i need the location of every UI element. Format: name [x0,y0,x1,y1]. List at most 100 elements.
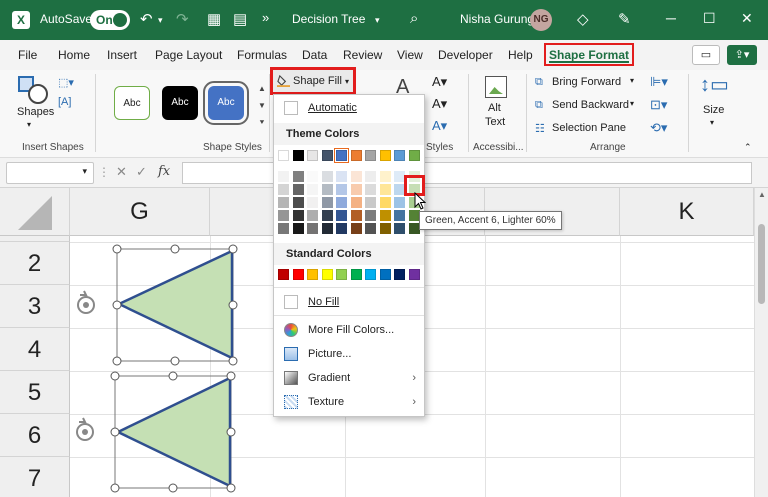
theme-shade-swatch[interactable] [350,184,362,195]
send-backward-dropdown-icon[interactable]: ▾ [630,99,634,108]
diamond-icon[interactable]: ◇ [577,10,589,28]
standard-color-swatch[interactable] [336,269,347,280]
theme-shade-swatch[interactable] [350,210,362,221]
theme-shade-swatch[interactable] [394,223,405,234]
theme-shade-swatch[interactable] [292,210,304,221]
theme-shade-swatch[interactable] [278,197,289,208]
shape-fill-button[interactable]: Shape Fill ▾ [270,67,356,95]
title-dropdown-icon[interactable]: ▾ [375,15,380,26]
autosave-toggle[interactable]: On [90,10,130,30]
text-effects-icon[interactable]: A▾ [432,118,447,134]
theme-shade-swatch[interactable] [336,223,347,234]
size-icon[interactable]: ↕▭ [700,72,729,97]
gallery-scroll[interactable]: ▲ ▼ ⯆ [257,80,267,132]
standard-color-swatch[interactable] [394,269,405,280]
shape-style-outline[interactable]: Abc [114,86,150,120]
theme-shade-swatch[interactable] [278,210,289,221]
pen-icon[interactable]: ✎ [618,10,631,28]
enter-icon[interactable]: ✓ [136,164,147,180]
standard-color-swatch[interactable] [278,269,289,280]
theme-shade-swatch[interactable] [350,171,362,182]
theme-shade-swatch[interactable] [278,184,289,195]
search-icon[interactable]: ⌕ [410,10,418,27]
theme-shade-swatch[interactable] [408,210,420,221]
theme-color-swatch[interactable] [365,150,376,161]
group-icon[interactable]: ⊡▾ [650,97,667,113]
theme-shade-swatch[interactable] [365,223,376,234]
standard-color-swatch[interactable] [307,269,318,280]
standard-color-swatch[interactable] [292,269,304,280]
send-backward-icon[interactable]: ⧉ [535,99,543,112]
name-box-dropdown-icon[interactable]: ▾ [82,166,87,177]
theme-shade-swatch[interactable] [336,197,347,208]
theme-color-swatch[interactable] [307,150,318,161]
theme-shade-swatch[interactable] [321,223,333,234]
theme-color-swatch[interactable] [334,148,349,163]
text-box-icon[interactable]: [A] [58,96,71,108]
theme-shade-swatch[interactable] [365,171,376,182]
rotate-handle-icon[interactable] [76,417,94,441]
selection-pane-label[interactable]: Selection Pane [552,122,626,134]
undo-icon[interactable]: ↶ [140,10,153,28]
collapse-ribbon-icon[interactable]: ⌃ [744,142,752,153]
theme-shade-swatch[interactable] [307,223,318,234]
theme-shade-swatch[interactable] [292,197,304,208]
theme-color-swatch[interactable] [278,150,289,161]
tab-review[interactable]: Review [343,48,382,62]
standard-color-swatch[interactable] [379,269,391,280]
theme-shade-swatch[interactable] [365,197,376,208]
shapes-label[interactable]: Shapes [17,106,54,118]
theme-shade-swatch[interactable] [292,184,304,195]
theme-shade-swatch[interactable] [365,184,376,195]
theme-shade-swatch[interactable] [321,171,333,182]
theme-shade-swatch[interactable] [350,223,362,234]
theme-shade-swatch[interactable] [379,184,391,195]
edit-shape-icon[interactable]: ⬚▾ [58,76,74,89]
texture-option[interactable]: Texture › [274,391,424,413]
tab-formulas[interactable]: Formulas [237,48,287,62]
send-backward-label[interactable]: Send Backward [552,99,629,111]
tab-developer[interactable]: Developer [438,48,493,62]
theme-shade-swatch[interactable] [278,223,289,234]
alt-text-icon[interactable] [485,76,507,98]
theme-shade-swatch[interactable] [394,197,405,208]
insert-function-icon[interactable]: fx [158,164,170,179]
bring-forward-label[interactable]: Bring Forward [552,76,621,88]
theme-color-swatch[interactable] [394,150,405,161]
shape-style-black[interactable]: Abc [162,86,198,120]
standard-color-swatch[interactable] [365,269,376,280]
standard-color-swatch[interactable] [321,269,333,280]
theme-shade-swatch[interactable] [278,171,289,182]
minimize-icon[interactable]: ─ [666,10,676,26]
cancel-icon[interactable]: ✕ [116,164,127,180]
automatic-option[interactable]: Automatic [274,97,424,119]
gradient-option[interactable]: Gradient › [274,367,424,389]
undo-dropdown-icon[interactable]: ▾ [158,15,163,26]
tab-page-layout[interactable]: Page Layout [155,48,222,62]
theme-color-swatch[interactable] [350,150,362,161]
theme-shade-swatch[interactable] [379,197,391,208]
triangle-shape-2[interactable] [110,371,236,493]
standard-color-swatch[interactable] [350,269,362,280]
theme-shade-swatch[interactable] [307,210,318,221]
tab-help[interactable]: Help [508,48,533,62]
align-icon[interactable]: ⊫▾ [650,74,668,90]
theme-shade-swatch[interactable] [336,210,347,221]
text-outline-icon[interactable]: A▾ [432,96,447,112]
theme-shade-swatch[interactable] [408,223,420,234]
scroll-up-icon[interactable]: ▲ [758,190,766,199]
more-commands-icon[interactable]: » [262,10,269,25]
scrollbar-thumb[interactable] [758,224,765,304]
bring-forward-icon[interactable]: ⧉ [535,76,543,89]
formula-input[interactable] [182,162,752,184]
theme-shade-swatch[interactable] [307,171,318,182]
comments-icon[interactable]: ▭ [692,45,720,65]
alt-text-label-1[interactable]: Alt [488,102,501,114]
standard-color-swatch[interactable] [408,269,420,280]
rotate-icon[interactable]: ⟲▾ [650,120,667,136]
no-fill-option[interactable]: No Fill [274,291,424,313]
theme-shade-swatch[interactable] [307,184,318,195]
tab-shape-format[interactable]: Shape Format [544,43,635,66]
vertical-scrollbar[interactable]: ▲ [754,188,768,497]
theme-shade-swatch[interactable] [394,210,405,221]
